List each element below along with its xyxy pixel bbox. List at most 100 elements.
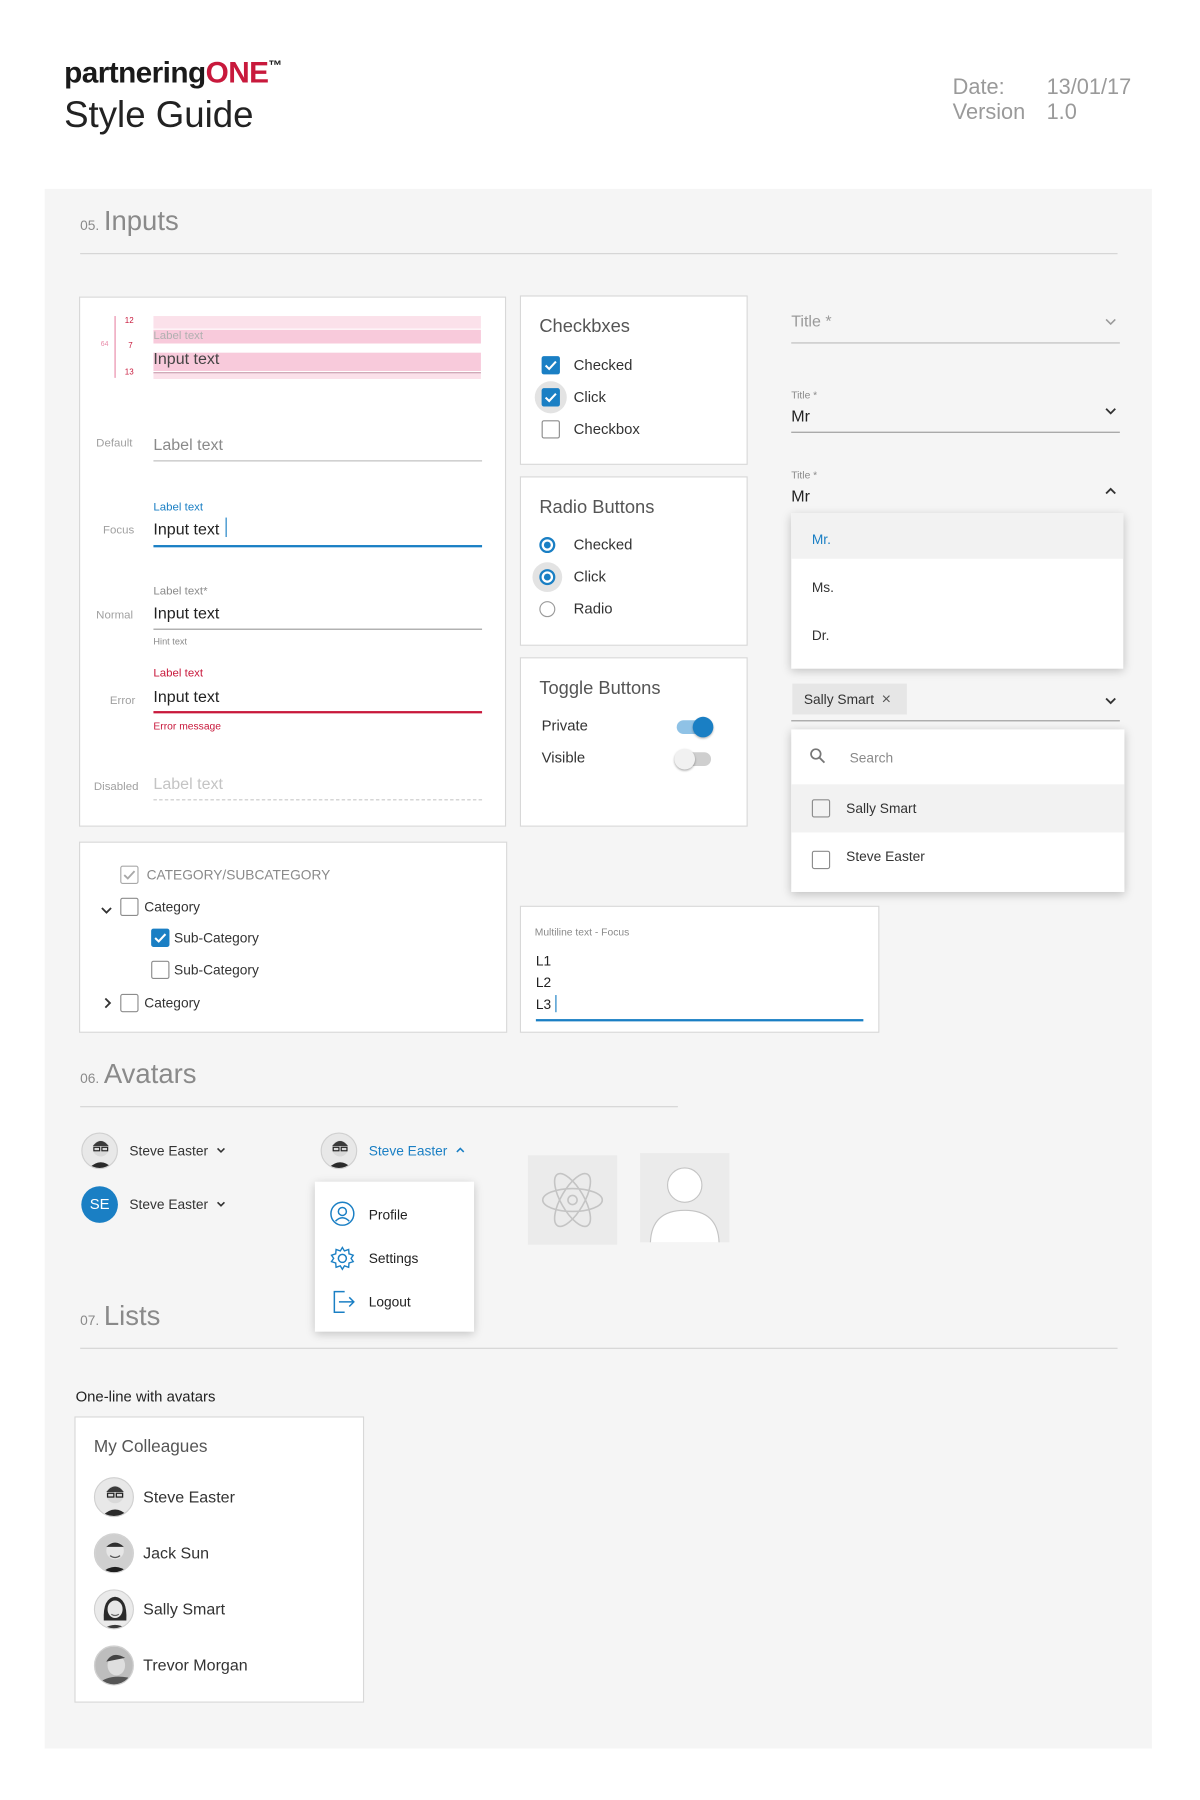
multiline-line[interactable]: L3 xyxy=(536,996,551,1012)
tree-header-label: CATEGORY/SUBCATEGORY xyxy=(146,866,331,883)
chevron-down-icon[interactable] xyxy=(215,1145,226,1159)
multiselect-option-checkbox[interactable] xyxy=(811,850,831,870)
tree-header-checkbox[interactable] xyxy=(120,865,139,884)
spec-underline xyxy=(153,372,481,374)
tree-subcategory-checkbox[interactable] xyxy=(151,928,170,947)
default-field-label[interactable]: Label text xyxy=(153,435,223,453)
chevron-down-icon[interactable] xyxy=(1105,405,1116,419)
toggle-private-switch[interactable] xyxy=(676,716,714,738)
chevron-down-icon[interactable] xyxy=(1105,695,1116,709)
chevron-up-icon[interactable] xyxy=(1105,485,1116,499)
title-select-filled-label: Title * xyxy=(791,389,818,401)
toggle-private-thumb xyxy=(692,716,714,738)
avatar-user-name-active[interactable]: Steve Easter xyxy=(369,1143,448,1159)
section-number: 07. xyxy=(80,1312,100,1329)
chevron-up-icon[interactable] xyxy=(455,1145,466,1159)
checkbox-click[interactable] xyxy=(541,388,560,407)
toggle-visible-switch[interactable] xyxy=(674,748,712,770)
spec-measure-64: 64 xyxy=(100,341,109,349)
section-number: 06. xyxy=(80,1070,100,1087)
title-select-filled-underline xyxy=(791,431,1120,433)
error-field-message: Error message xyxy=(153,720,222,732)
tree-subcategory-checkbox[interactable] xyxy=(151,960,170,980)
title-select-filled-value[interactable]: Mr xyxy=(791,406,810,424)
spec-label-text: Label text xyxy=(153,329,204,343)
tree-subcategory-label: Sub-Category xyxy=(174,929,259,946)
tree-category-checkbox[interactable] xyxy=(120,897,139,917)
chevron-down-icon[interactable] xyxy=(215,1199,226,1213)
avatar-menu-item[interactable]: Logout xyxy=(369,1294,411,1310)
initials-avatar[interactable]: SE xyxy=(81,1186,118,1223)
lists-section-title: 07. Lists xyxy=(80,1301,160,1333)
dropdown-option-mr[interactable]: Mr. xyxy=(812,531,831,547)
normal-field-input[interactable]: Input text xyxy=(153,603,219,621)
chevron-down-icon[interactable] xyxy=(1105,316,1116,330)
inputs-section-title: 05. Inputs xyxy=(80,206,179,238)
avatar-menu-item[interactable]: Profile xyxy=(369,1207,408,1223)
dropdown-option-dr[interactable]: Dr. xyxy=(812,627,830,643)
multiselect-option-label: Sally Smart xyxy=(846,800,917,817)
brand-logo: partneringONE™ xyxy=(64,55,282,90)
multiline-line[interactable]: L2 xyxy=(536,974,551,990)
checkboxes-panel: Checkbxes Checked Click Checkbox xyxy=(519,295,748,465)
radio-click[interactable] xyxy=(539,569,556,586)
avatar-user-name[interactable]: Steve Easter xyxy=(129,1197,208,1213)
error-field-input[interactable]: Input text xyxy=(153,687,219,705)
title-select-empty-label[interactable]: Title * xyxy=(791,311,831,329)
title-select-empty-underline xyxy=(791,342,1120,344)
avatar[interactable] xyxy=(81,1132,118,1170)
normal-field-label: Label text* xyxy=(153,585,208,598)
avatar-user-name[interactable]: Steve Easter xyxy=(129,1143,208,1159)
avatar[interactable] xyxy=(320,1132,358,1170)
error-field-underline xyxy=(153,711,483,714)
list-item[interactable]: Jack Sun xyxy=(143,1544,209,1562)
chevron-right-icon[interactable] xyxy=(103,994,112,1015)
focus-field-input[interactable]: Input text xyxy=(153,520,219,538)
list-item[interactable]: Trevor Morgan xyxy=(143,1656,248,1674)
multiselect-search-input[interactable]: Search xyxy=(850,750,894,766)
multiselect-option-checkbox[interactable] xyxy=(811,799,831,818)
state-label-default: Default xyxy=(96,437,133,451)
avatar-menu-item[interactable]: Settings xyxy=(369,1250,419,1266)
radio-unselected[interactable] xyxy=(539,601,556,618)
multiline-line[interactable]: L1 xyxy=(536,953,551,969)
avatar-menu: Profile Settings Logout xyxy=(314,1181,475,1332)
list-item[interactable]: Sally Smart xyxy=(143,1600,225,1618)
section-title: Lists xyxy=(103,1300,161,1332)
radio-unselected-label: Radio xyxy=(573,600,613,618)
checkbox-checked-label: Checked xyxy=(573,356,633,374)
toggle-visible-thumb xyxy=(674,748,696,770)
checkbox-checked[interactable] xyxy=(541,356,560,375)
error-field-label: Label text xyxy=(153,667,204,681)
chip-label: Sally Smart xyxy=(803,691,875,708)
checkbox-click-label: Click xyxy=(573,388,606,406)
checkbox-unchecked[interactable] xyxy=(541,420,560,439)
list-item[interactable]: Steve Easter xyxy=(143,1487,235,1505)
tree-category-checkbox[interactable] xyxy=(120,993,139,1013)
section-divider xyxy=(80,253,1118,255)
spec-diagram: 64 12 7 13 Label text Input text xyxy=(100,314,492,383)
multiline-panel: Multiline text - Focus L1 L2 L3 xyxy=(519,905,880,1033)
section-divider xyxy=(80,1106,678,1108)
atom-icon xyxy=(540,1168,604,1238)
toggle-title: Toggle Buttons xyxy=(539,679,661,699)
chip-close-icon[interactable]: × xyxy=(882,689,891,707)
avatar xyxy=(93,1645,134,1686)
disabled-field-underline xyxy=(153,799,483,801)
chevron-down-icon[interactable] xyxy=(101,900,112,921)
brand-tm: ™ xyxy=(268,57,282,74)
section-title: Avatars xyxy=(103,1059,197,1091)
toggle-visible-label: Visible xyxy=(541,748,586,767)
spec-measure-12: 12 xyxy=(124,317,134,326)
radio-buttons-panel: Radio Buttons Checked Click Radio xyxy=(519,476,748,646)
multiline-caret xyxy=(555,995,557,1013)
avatars-section-title: 06. Avatars xyxy=(80,1059,196,1091)
multiselect-option-row[interactable] xyxy=(791,784,1125,833)
checkbox-unchecked-label: Checkbox xyxy=(573,420,640,438)
selected-chip[interactable]: Sally Smart × xyxy=(792,683,907,715)
dropdown-option-selected[interactable] xyxy=(791,512,1124,559)
radio-checked[interactable] xyxy=(539,537,556,554)
title-select-open-value[interactable]: Mr xyxy=(791,487,810,505)
normal-field-hint: Hint text xyxy=(153,636,188,647)
dropdown-option-ms[interactable]: Ms. xyxy=(812,579,834,595)
